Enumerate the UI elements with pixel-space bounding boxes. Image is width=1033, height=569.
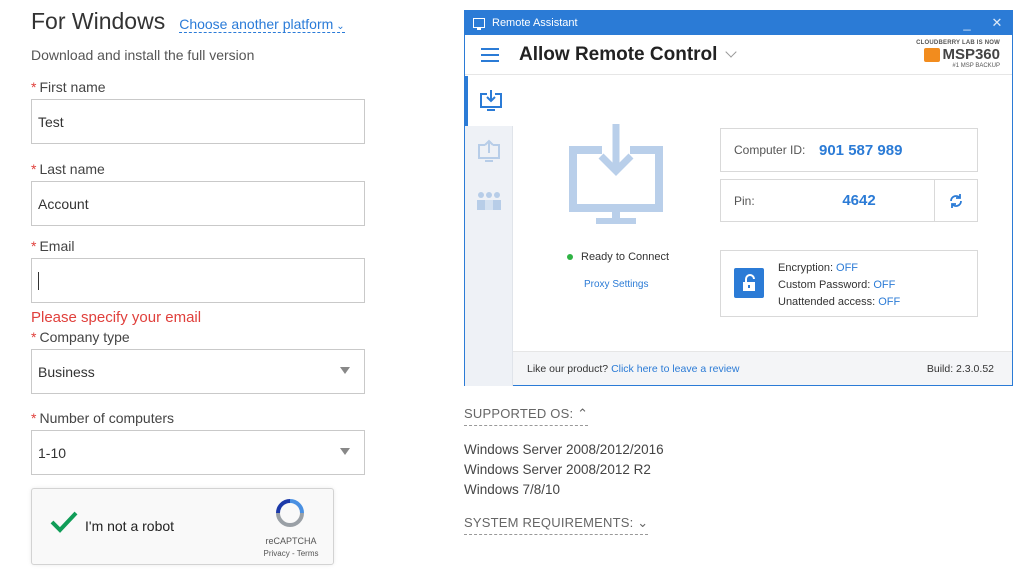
dropdown-arrow-icon <box>340 448 350 455</box>
people-icon <box>476 192 501 210</box>
computer-id-value: 901 587 989 <box>819 141 903 159</box>
security-box: Encryption: OFF Custom Password: OFF Unatt… <box>720 250 978 317</box>
supported-os-section: SUPPORTED OS: ⌃ Windows Server 2008/2012… <box>464 405 764 535</box>
list-item: Windows Server 2008/2012 R2 <box>464 462 651 477</box>
computer-id-box: Computer ID: 901 587 989 <box>720 128 978 172</box>
choose-platform-link[interactable]: Choose another platform ⌄ <box>179 16 345 33</box>
review-prompt: Like our product? Click here to leave a … <box>527 362 740 375</box>
pin-box: Pin: 4642 <box>720 179 978 222</box>
title-row: For Windows Choose another platform ⌄ <box>31 8 371 35</box>
side-nav-allow-control[interactable] <box>465 76 513 126</box>
recaptcha-logo-icon <box>275 498 305 528</box>
required-mark: * <box>31 79 37 95</box>
email-label: * Email <box>31 238 75 254</box>
computers-select[interactable]: 1-10 <box>31 430 365 475</box>
company-type-select[interactable]: Business <box>31 349 365 394</box>
header-title: Allow Remote Control <box>519 43 718 65</box>
unattended-access-value[interactable]: OFF <box>878 296 900 308</box>
security-settings: Encryption: OFF Custom Password: OFF Unatt… <box>778 260 900 311</box>
list-item: Windows Server 2008/2012/2016 <box>464 442 664 457</box>
status-text: Ready to Connect <box>581 251 670 263</box>
msp360-logo: CLOUDBERRY LAB IS NOW MSP360 #1 MSP BACK… <box>916 40 1000 70</box>
email-field[interactable] <box>31 258 365 303</box>
recaptcha-widget: I'm not a robot reCAPTCHA Privacy - Term… <box>31 488 334 565</box>
chevron-down-icon: ⌄ <box>336 21 345 32</box>
last-name-label: * Last name <box>31 161 105 177</box>
custom-password-value[interactable]: OFF <box>873 279 895 291</box>
window-footer: Like our product? Click here to leave a … <box>513 351 1012 385</box>
page-subtitle: Download and install the full version <box>31 47 255 63</box>
monitor-icon <box>473 18 485 30</box>
recaptcha-links[interactable]: Privacy - Terms <box>256 549 326 558</box>
download-form: For Windows Choose another platform ⌄ Dow… <box>31 8 371 475</box>
brand-name: MSP360 <box>942 46 1000 63</box>
company-type-value: Business <box>38 363 95 380</box>
large-download-monitor-icon <box>568 124 664 235</box>
build-version: Build: 2.3.0.52 <box>926 362 994 375</box>
refresh-pin-button[interactable] <box>934 180 977 221</box>
page-title: For Windows <box>31 8 166 34</box>
text-cursor <box>38 271 39 290</box>
side-nav <box>465 76 513 386</box>
os-list: Windows Server 2008/2012/2016 Windows Se… <box>464 440 764 500</box>
menu-icon[interactable] <box>481 44 499 66</box>
required-mark: * <box>31 161 37 177</box>
leave-review-link[interactable]: Click here to leave a review <box>611 363 739 375</box>
side-nav-remote-control[interactable] <box>465 126 512 176</box>
email-error: Please specify your email <box>31 309 202 326</box>
chevron-down-icon[interactable] <box>725 46 738 58</box>
last-name-input[interactable] <box>31 181 365 226</box>
brand-subtitle: #1 MSP BACKUP <box>952 63 1000 69</box>
encryption-row: Encryption: OFF <box>778 262 859 274</box>
pin-value: 4642 <box>842 192 876 209</box>
side-nav-contacts[interactable] <box>465 176 512 226</box>
required-mark: * <box>31 238 37 254</box>
window-title: Remote Assistant <box>492 17 578 29</box>
first-name-input[interactable] <box>31 99 365 144</box>
first-name-label: * First name <box>31 79 106 95</box>
supported-os-toggle[interactable]: SUPPORTED OS: ⌃ <box>464 406 589 426</box>
required-mark: * <box>31 410 37 426</box>
recaptcha-brand: reCAPTCHA <box>265 536 317 546</box>
status-dot-icon <box>567 254 573 260</box>
remote-assistant-window: Remote Assistant _ ✕ Allow Remote Contro… <box>464 10 1013 386</box>
download-monitor-icon <box>479 90 502 111</box>
system-requirements-toggle[interactable]: SYSTEM REQUIREMENTS: ⌄ <box>464 515 649 535</box>
upload-monitor-icon <box>477 139 500 162</box>
minimize-button[interactable]: _ <box>952 16 982 31</box>
chevron-up-icon: ⌃ <box>577 406 589 421</box>
connection-status: Ready to Connect <box>567 251 669 263</box>
custom-password-row: Custom Password: OFF <box>778 279 896 291</box>
window-header: Allow Remote Control CLOUDBERRY LAB IS N… <box>465 35 1012 75</box>
checkmark-icon[interactable] <box>49 509 79 540</box>
pin-label: Pin: <box>734 193 755 208</box>
unattended-access-row: Unattended access: OFF <box>778 296 901 308</box>
captcha-label: I'm not a robot <box>85 518 175 534</box>
company-type-label: * Company type <box>31 329 130 345</box>
encryption-value[interactable]: OFF <box>836 262 858 274</box>
list-item: Windows 7/8/10 <box>464 482 561 497</box>
refresh-icon <box>950 193 962 208</box>
window-titlebar: Remote Assistant _ ✕ <box>465 11 1012 35</box>
computers-value: 1-10 <box>38 444 67 461</box>
computer-id-label: Computer ID: <box>734 143 806 157</box>
computers-label: * Number of computers <box>31 410 175 426</box>
chevron-down-icon: ⌄ <box>637 515 649 530</box>
close-button[interactable]: ✕ <box>982 15 1012 31</box>
unlock-icon[interactable] <box>734 268 764 298</box>
dropdown-arrow-icon <box>340 367 350 374</box>
proxy-settings-link[interactable]: Proxy Settings <box>584 279 648 290</box>
required-mark: * <box>31 329 37 345</box>
platform-link-label: Choose another platform <box>179 16 334 32</box>
brand-logo-icon <box>924 47 941 62</box>
